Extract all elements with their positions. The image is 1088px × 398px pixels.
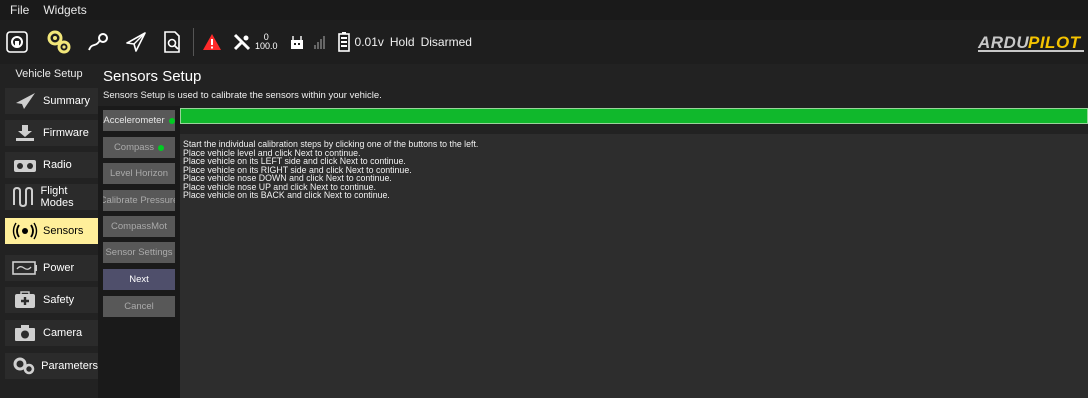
cancel-button[interactable]: Cancel [103, 296, 175, 317]
sidebar-item-radio[interactable]: Radio [5, 152, 98, 178]
calibrate-pressure-button[interactable]: Calibrate Pressure [103, 190, 175, 211]
parameters-gears-icon [11, 356, 37, 376]
calibration-progress-bar [180, 108, 1088, 124]
sidebar-item-label: Summary [43, 95, 91, 107]
satellite-icon[interactable] [230, 20, 254, 64]
summary-plane-icon [11, 91, 39, 111]
battery-icon[interactable] [335, 20, 353, 64]
level-horizon-button[interactable]: Level Horizon [103, 163, 175, 184]
plan-waypoint-icon[interactable] [83, 20, 113, 64]
sidebar-item-label: Radio [43, 159, 72, 171]
toolbar-divider [193, 28, 194, 56]
sidebar-item-safety[interactable]: Safety [5, 287, 98, 313]
sidebar-item-label: Flight Modes [40, 185, 74, 209]
analyze-document-icon[interactable] [157, 20, 187, 64]
menu-file[interactable]: File [10, 3, 29, 17]
sidebar-item-label: Firmware [43, 127, 89, 139]
page-title: Sensors Setup [103, 68, 202, 85]
sidebar-item-camera[interactable]: Camera [5, 320, 98, 346]
accelerometer-button[interactable]: Accelerometer [103, 110, 175, 131]
sidebar-item-firmware[interactable]: Firmware [5, 120, 98, 146]
compass-button[interactable]: Compass [103, 137, 175, 158]
rc-signal-bars [313, 35, 325, 49]
vehicle-setup-gear-icon[interactable] [41, 20, 77, 64]
safety-cross-icon [11, 290, 39, 310]
ardupilot-logo: ARDU PILOT [977, 33, 1084, 52]
main-toolbar: 0 100.0 0.01v Hold Disarmed ARDU PILOT [0, 20, 1088, 64]
compass-status-indicator [158, 144, 165, 151]
radio-transmitter-icon [11, 155, 39, 175]
firmware-download-icon [11, 123, 39, 143]
rc-signal-icon[interactable] [288, 20, 312, 64]
camera-icon [11, 323, 39, 343]
battery-voltage: 0.01v [354, 35, 384, 49]
sidebar-item-label: Power [43, 262, 75, 274]
calibration-instructions-area: Start the individual calibration steps b… [180, 134, 1088, 398]
sidebar-item-sensors[interactable]: Sensors [5, 218, 98, 244]
flight-modes-wave-icon [11, 187, 37, 207]
compass-button-label: Compass [113, 142, 155, 153]
compassmot-button[interactable]: CompassMot [103, 216, 175, 237]
calibration-progress-fill [181, 109, 1087, 123]
flight-mode-selector[interactable]: Hold [390, 35, 415, 49]
svg-text:ARDU: ARDU [977, 33, 1029, 52]
menu-bar: File Widgets [0, 0, 1088, 20]
next-button[interactable]: Next [103, 269, 175, 290]
fly-paper-plane-icon[interactable] [121, 20, 151, 64]
sidebar-item-flight-modes[interactable]: Flight Modes [5, 184, 98, 210]
gps-hdop: 100.0 [255, 41, 278, 51]
sensors-setup-panel: Sensors Setup Sensors Setup is used to c… [98, 64, 1088, 398]
svg-text:PILOT: PILOT [1028, 33, 1082, 52]
sidebar-item-label: Sensors [43, 225, 84, 237]
page-description: Sensors Setup is used to calibrate the s… [103, 90, 382, 101]
sidebar-title: Vehicle Setup [15, 68, 83, 80]
sidebar-item-parameters[interactable]: Parameters [5, 353, 98, 379]
sensors-radio-waves-icon [11, 221, 39, 241]
sidebar-item-label: Parameters [41, 360, 98, 372]
menu-widgets[interactable]: Widgets [43, 3, 86, 17]
sidebar-item-power[interactable]: Power [5, 255, 98, 281]
sidebar-item-summary[interactable]: Summary [5, 88, 98, 114]
instruction-line: Place vehicle on its BACK and click Next… [183, 190, 390, 200]
calibration-button-column: Accelerometer Compass Level Horizon Cali… [98, 106, 180, 398]
sidebar-item-label: Camera [43, 327, 83, 339]
warning-triangle-icon[interactable] [200, 20, 224, 64]
qgc-logo-icon[interactable] [3, 20, 31, 64]
arm-status[interactable]: Disarmed [421, 35, 472, 49]
accelerometer-status-indicator [168, 117, 175, 124]
vehicle-setup-sidebar: Vehicle Setup Summary Firmware Radio Fli… [0, 64, 98, 398]
power-battery-icon [11, 258, 39, 278]
gps-status: 0 100.0 [255, 33, 278, 51]
sensor-settings-button[interactable]: Sensor Settings [103, 242, 175, 263]
sidebar-item-label: Safety [43, 294, 75, 306]
accelerometer-button-label: Accelerometer [103, 115, 165, 126]
